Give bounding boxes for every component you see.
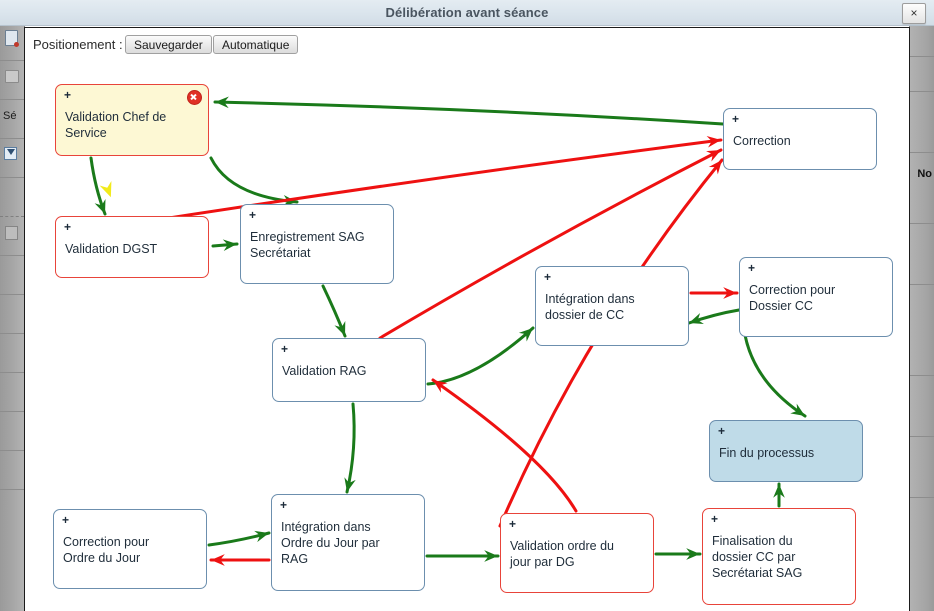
dialog-title: Délibération avant séance	[385, 5, 549, 20]
expand-node-icon[interactable]: +	[280, 498, 287, 512]
edge-correction-pour-ordre-du-jour-to-integration-dans-ordre-du-jour-par-rag[interactable]	[207, 530, 271, 547]
edge-validation-dgst-to-correction[interactable]	[128, 135, 723, 226]
dialog-body: Positionement : Sauvegarder Automatique …	[24, 27, 910, 611]
expand-node-icon[interactable]: +	[64, 88, 71, 102]
expand-node-icon[interactable]: +	[62, 513, 69, 527]
expand-node-icon[interactable]: +	[544, 270, 551, 284]
node-label: Intégration dans dossier de CC	[545, 292, 635, 322]
node-validation-dgst[interactable]: + Validation DGST	[55, 216, 209, 278]
expand-node-icon[interactable]: +	[732, 112, 739, 126]
node-label: Validation RAG	[282, 364, 367, 378]
workflow-diagram[interactable]: + Validation Chef de Service + Validation D…	[25, 28, 909, 611]
expand-node-icon[interactable]: +	[509, 517, 516, 531]
node-label: Correction	[733, 134, 791, 148]
edge-finalisation-du-dossier-cc-par-secretariat-sag-to-fin-du-processus[interactable]	[773, 482, 785, 508]
edge-enregistrement-sag-secretariat-to-validation-rag[interactable]	[321, 284, 347, 338]
close-button[interactable]: ×	[902, 3, 926, 24]
expand-node-icon[interactable]: +	[718, 424, 725, 438]
node-finalisation-du-dossier-cc-par-secretariat-sag[interactable]: + Finalisation du dossier CC par Secrétar…	[702, 508, 856, 605]
expand-node-icon[interactable]: +	[64, 220, 71, 234]
node-label: Finalisation du dossier CC par Secrétari…	[712, 534, 803, 580]
edge-validation-ordre-du-jour-par-dg-to-finalisation-du-dossier-cc-par-secretariat-sag[interactable]	[654, 548, 702, 560]
edge-validation-ordre-du-jour-par-dg-to-validation-rag[interactable]	[431, 378, 578, 513]
expand-node-icon[interactable]: +	[281, 342, 288, 356]
node-label: Validation ordre du jour par DG	[510, 539, 615, 569]
edge-integration-dans-dossier-de-cc-to-correction-pour-dossier-cc[interactable]	[689, 287, 739, 299]
dialog-titlebar: Délibération avant séance ×	[0, 0, 934, 26]
node-validation-ordre-du-jour-par-dg[interactable]: + Validation ordre du jour par DG	[500, 513, 654, 593]
node-label: Correction pour Ordre du Jour	[63, 535, 150, 565]
edge-integration-dans-ordre-du-jour-par-rag-to-validation-ordre-du-jour-par-dg[interactable]	[425, 550, 500, 562]
edge-correction-to-validation-chef-de-service[interactable]	[213, 96, 725, 126]
expand-node-icon[interactable]: +	[711, 512, 718, 526]
edge-integration-dans-ordre-du-jour-par-rag-to-correction-pour-ordre-du-jour[interactable]	[209, 554, 271, 566]
expand-node-icon[interactable]: +	[748, 261, 755, 275]
node-correction-pour-dossier-cc[interactable]: + Correction pour Dossier CC	[739, 257, 893, 337]
node-label: Validation DGST	[65, 242, 158, 256]
node-enregistrement-sag-secretariat[interactable]: + Enregistrement SAG Secrétariat	[240, 204, 394, 284]
node-integration-dans-ordre-du-jour-par-rag[interactable]: + Intégration dans Ordre du Jour par RAG	[271, 494, 425, 591]
edge-correction-pour-dossier-cc-to-integration-dans-dossier-de-cc[interactable]	[687, 308, 741, 325]
close-icon: ×	[910, 6, 918, 20]
node-label: Validation Chef de Service	[65, 110, 167, 140]
node-validation-rag[interactable]: + Validation RAG	[272, 338, 426, 402]
edge-validation-rag-to-integration-dans-dossier-de-cc[interactable]	[426, 326, 535, 386]
edge-validation-rag-to-integration-dans-ordre-du-jour-par-rag[interactable]	[344, 402, 356, 494]
edge-validation-chef-de-service-to-validation-dgst[interactable]	[89, 156, 112, 216]
node-label: Fin du processus	[719, 446, 815, 460]
deliberation-dialog: Délibération avant séance × Positionemen…	[0, 0, 934, 611]
node-label: Intégration dans Ordre du Jour par RAG	[281, 520, 380, 566]
node-correction[interactable]: + Correction	[723, 108, 877, 170]
node-label: Enregistrement SAG Secrétariat	[250, 230, 365, 260]
node-integration-dans-dossier-de-cc[interactable]: + Intégration dans dossier de CC	[535, 266, 689, 346]
node-correction-pour-ordre-du-jour[interactable]: + Correction pour Ordre du Jour	[53, 509, 207, 589]
node-validation-chef-de-service[interactable]: + Validation Chef de Service	[55, 84, 209, 156]
expand-node-icon[interactable]: +	[249, 208, 256, 222]
node-label: Correction pour Dossier CC	[749, 283, 836, 313]
delete-node-icon[interactable]	[187, 90, 202, 105]
node-fin-du-processus[interactable]: + Fin du processus	[709, 420, 863, 482]
edge-validation-dgst-to-enregistrement-sag-secretariat[interactable]	[211, 239, 239, 251]
